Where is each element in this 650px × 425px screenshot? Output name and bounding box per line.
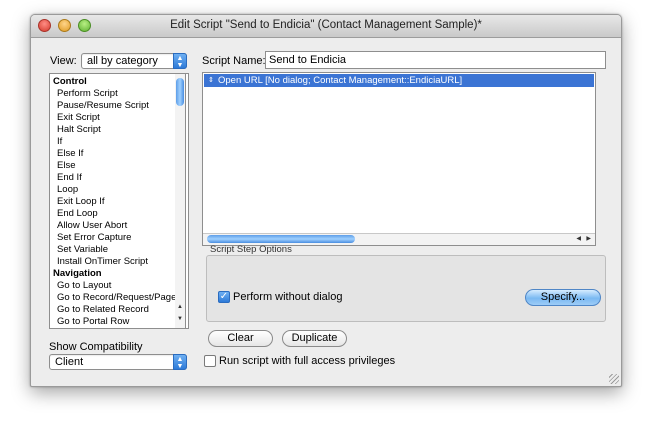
horizontal-scroll-thumb[interactable] — [207, 235, 355, 243]
scroll-up-arrow-icon[interactable]: ▲ — [175, 304, 185, 310]
script-step-item[interactable]: Loop — [57, 184, 78, 196]
chevron-updown-icon: ▲ ▼ — [173, 354, 187, 370]
script-step-item[interactable]: Go to Record/Request/Page — [57, 292, 176, 304]
script-step-item[interactable]: Else — [57, 160, 75, 172]
script-step-item[interactable]: Go to Portal Row — [57, 316, 129, 328]
show-compatibility-label: Show Compatibility — [49, 341, 143, 353]
script-step-text: Open URL [No dialog; Contact Management:… — [218, 75, 463, 86]
clear-button[interactable]: Clear — [208, 330, 273, 347]
script-step-item[interactable]: Exit Loop If — [57, 196, 105, 208]
scroll-left-arrow-icon[interactable]: ◀ — [576, 234, 581, 244]
script-step-item[interactable]: Go to Layout — [57, 280, 111, 292]
compatibility-select-value: Client — [55, 356, 84, 368]
resize-grip-icon[interactable] — [609, 374, 619, 384]
full-access-label: Run script with full access privileges — [219, 355, 396, 367]
view-select[interactable]: all by category ▲ ▼ — [81, 53, 187, 69]
step-options-title: Script Step Options — [210, 244, 292, 255]
drag-handle-icon[interactable]: ⇕ — [208, 74, 214, 87]
script-step-item[interactable]: Halt Script — [57, 124, 101, 136]
compatibility-select[interactable]: Client ▲ ▼ — [49, 354, 187, 370]
script-step-item[interactable]: Go to Related Record — [57, 304, 149, 316]
perform-without-dialog-checkbox[interactable]: ✓ — [218, 291, 230, 303]
edit-script-window: Edit Script "Send to Endicia" (Contact M… — [30, 14, 622, 387]
duplicate-button[interactable]: Duplicate — [282, 330, 347, 347]
scroll-thumb[interactable] — [176, 78, 184, 106]
script-step-item[interactable]: End Loop — [57, 208, 98, 220]
full-access-checkbox[interactable] — [204, 355, 216, 367]
script-step-item[interactable]: End If — [57, 172, 82, 184]
step-options-box: ✓ Perform without dialog Specify... — [206, 255, 606, 322]
step-list-scrollbar[interactable]: ▲ ▼ — [175, 73, 186, 329]
script-step-item[interactable]: Else If — [57, 148, 83, 160]
view-label: View: — [50, 55, 77, 67]
script-name-field[interactable]: Send to Endicia — [265, 51, 606, 69]
script-name-label: Script Name: — [202, 55, 266, 67]
script-step-row[interactable]: ⇕ Open URL [No dialog; Contact Managemen… — [204, 74, 594, 87]
specify-button[interactable]: Specify... — [525, 289, 601, 306]
script-step-item[interactable]: Perform Script — [57, 88, 118, 100]
script-step-item[interactable]: Exit Script — [57, 112, 100, 124]
script-step-item[interactable]: Set Variable — [57, 244, 108, 256]
script-step-item[interactable]: Allow User Abort — [57, 220, 127, 232]
script-step-list[interactable]: Control Perform Script Pause/Resume Script… — [49, 73, 189, 329]
script-step-item[interactable]: Set Error Capture — [57, 232, 131, 244]
script-steps-area[interactable]: ⇕ Open URL [No dialog; Contact Managemen… — [202, 72, 596, 246]
script-step-item[interactable]: If — [57, 136, 62, 148]
scroll-down-arrow-icon[interactable]: ▼ — [175, 316, 185, 322]
title-bar[interactable]: Edit Script "Send to Endicia" (Contact M… — [31, 15, 621, 38]
step-category[interactable]: Navigation — [53, 268, 102, 280]
chevron-updown-icon: ▲ ▼ — [173, 53, 187, 69]
script-step-item[interactable]: Pause/Resume Script — [57, 100, 149, 112]
perform-without-dialog-label: Perform without dialog — [233, 291, 343, 303]
script-step-item[interactable]: Install OnTimer Script — [57, 256, 148, 268]
scroll-right-arrow-icon[interactable]: ▶ — [586, 234, 591, 244]
step-category[interactable]: Control — [53, 76, 87, 88]
window-title: Edit Script "Send to Endicia" (Contact M… — [170, 19, 482, 31]
view-select-value: all by category — [87, 55, 158, 67]
